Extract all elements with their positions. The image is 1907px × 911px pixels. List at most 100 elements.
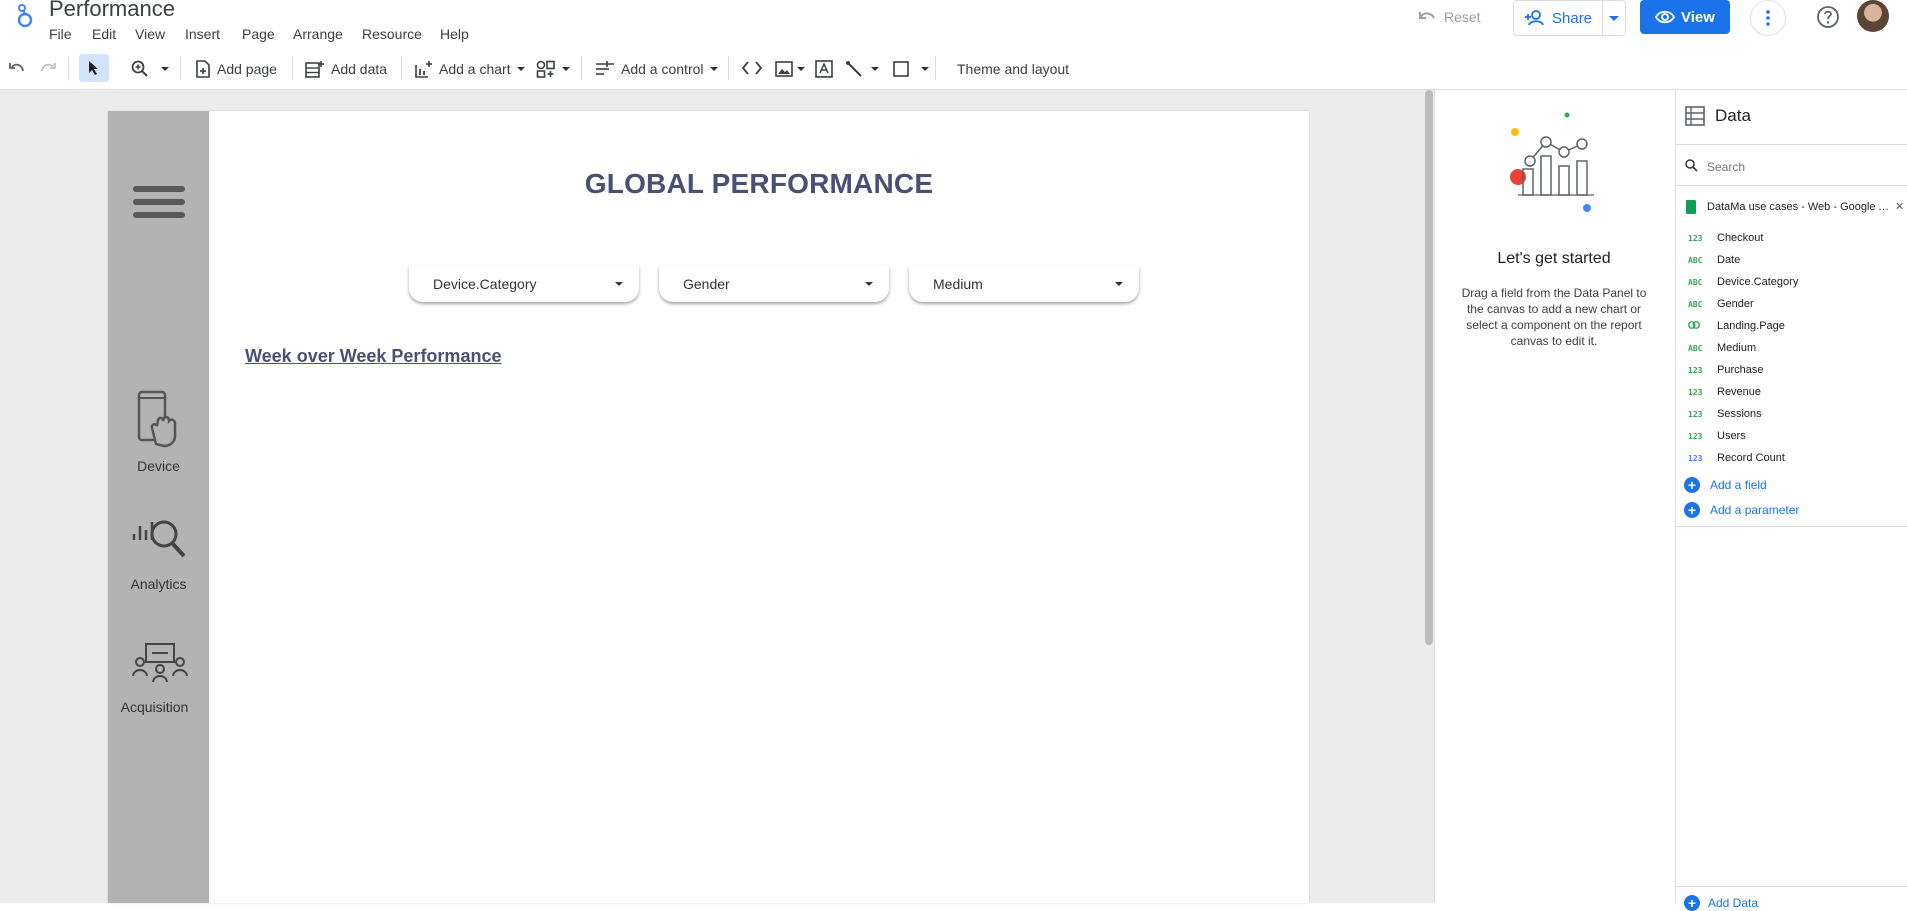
chart-illustration-icon [1510,112,1594,212]
reset-button[interactable]: Reset [1418,4,1481,30]
report-nav-bar[interactable] [108,111,209,903]
field-item[interactable]: 123 Record Count [1675,447,1907,469]
view-button[interactable]: View [1640,0,1730,34]
undo-icon[interactable] [8,61,26,75]
menu-resource[interactable]: Resource [362,25,422,43]
filter-label: Gender [683,276,730,292]
field-search-input[interactable] [1705,156,1899,178]
eye-icon [1655,10,1676,24]
report-name[interactable]: Performance [49,0,175,23]
field-item[interactable]: ABC Medium [1675,337,1907,359]
medium-filter[interactable]: Medium [909,266,1139,302]
chevron-down-icon [865,282,873,286]
field-name: Sessions [1717,408,1762,420]
add-parameter-button[interactable]: + Add a parameter [1684,502,1799,518]
more-vert-icon [1766,10,1770,26]
data-source-name[interactable]: DataMa use cases - Web - Google A... [1707,201,1893,213]
nav-analytics-label[interactable]: Analytics [108,576,209,592]
google-sheets-icon [1686,200,1696,214]
collapse-icon[interactable]: ✕ [1895,200,1904,213]
avatar[interactable] [1857,0,1889,32]
chevron-down-icon [871,66,879,71]
components-icon [536,60,555,78]
add-chart-button[interactable]: Add a chart [415,48,525,89]
text-box-icon[interactable] [815,60,833,78]
theme-layout-label: Theme and layout [957,60,1070,77]
menu-arrange[interactable]: Arrange [293,25,343,43]
section-title[interactable]: Week over Week Performance [242,346,504,367]
field-item[interactable]: 123 Users [1675,425,1907,447]
chevron-down-icon [709,66,718,71]
add-data-label: Add data [331,60,388,77]
team-network-icon[interactable] [132,642,188,682]
gender-filter[interactable]: Gender [659,266,889,302]
field-item[interactable]: ABC Gender [1675,293,1907,315]
add-data-link[interactable]: + Add Data [1684,895,1758,911]
plus-circle-icon: + [1684,895,1700,911]
add-data-button[interactable]: Add data [305,48,387,89]
field-item[interactable]: Landing.Page [1675,315,1907,337]
zoom-button[interactable] [131,48,169,89]
menu-edit[interactable]: Edit [92,25,116,43]
field-item[interactable]: 123 Sessions [1675,403,1907,425]
menu-help[interactable]: Help [440,25,469,43]
report-title[interactable]: GLOBAL PERFORMANCE [209,168,1309,200]
share-main[interactable]: Share [1514,1,1602,35]
phone-touch-icon[interactable] [136,390,180,448]
number-type-icon: 123 [1688,453,1703,463]
text-type-icon: ABC [1688,299,1703,309]
toolbar-divider [68,56,69,80]
divider [1675,144,1907,145]
field-item[interactable]: 123 Checkout [1675,227,1907,249]
filter-label: Medium [933,276,983,292]
add-page-label: Add page [217,60,277,77]
more-options-button[interactable] [1750,0,1786,36]
add-field-button[interactable]: + Add a field [1684,477,1767,493]
share-dropdown-button[interactable] [1602,1,1625,35]
nav-acquisition-label[interactable]: Acquisition [104,699,205,715]
report-page[interactable] [108,111,1309,903]
shape-button[interactable] [893,48,929,89]
menu-insert[interactable]: Insert [185,25,220,43]
number-type-icon: 123 [1688,431,1703,441]
rectangle-shape-icon [893,60,909,77]
add-page-button[interactable]: Add page [195,48,277,89]
field-item[interactable]: 123 Revenue [1675,381,1907,403]
menu-page[interactable]: Page [242,25,275,43]
image-icon [775,60,793,77]
get-started-description: Drag a field from the Data Panel to the … [1461,286,1647,348]
divider [1675,886,1907,887]
data-panel-title: Data [1715,106,1751,125]
help-icon[interactable] [1816,5,1840,29]
chevron-down-icon [615,282,623,286]
field-item[interactable]: ABC Device.Category [1675,271,1907,293]
hamburger-menu-icon[interactable] [133,186,185,226]
add-parameter-label: Add a parameter [1710,503,1800,517]
select-tool-button[interactable] [79,54,109,82]
menu-file[interactable]: File [49,25,72,43]
toolbar [0,48,1907,90]
canvas-scrollbar[interactable] [1425,90,1433,645]
text-type-icon: ABC [1688,343,1703,353]
image-button[interactable] [775,48,805,89]
nav-device-label[interactable]: Device [108,458,209,474]
looker-studio-logo-icon[interactable] [14,2,36,28]
view-label: View [1681,8,1715,26]
redo-icon[interactable] [39,61,57,75]
number-type-icon: 123 [1688,365,1703,375]
analytics-search-icon[interactable] [130,518,188,564]
add-chart-label: Add a chart [439,60,511,77]
field-name: Purchase [1717,364,1764,376]
field-name: Date [1717,254,1741,266]
line-button[interactable] [845,48,879,89]
share-button[interactable]: Share [1513,0,1626,36]
device-category-filter[interactable]: Device.Category [409,266,639,302]
field-item[interactable]: ABC Date [1675,249,1907,271]
community-viz-button[interactable] [536,48,570,89]
add-control-button[interactable]: Add a control [595,48,718,89]
embed-code-icon[interactable] [742,61,762,75]
field-item[interactable]: 123 Purchase [1675,359,1907,381]
menu-view[interactable]: View [135,25,165,43]
theme-layout-button[interactable]: Theme and layout [957,48,1069,89]
add-page-icon [196,59,210,78]
